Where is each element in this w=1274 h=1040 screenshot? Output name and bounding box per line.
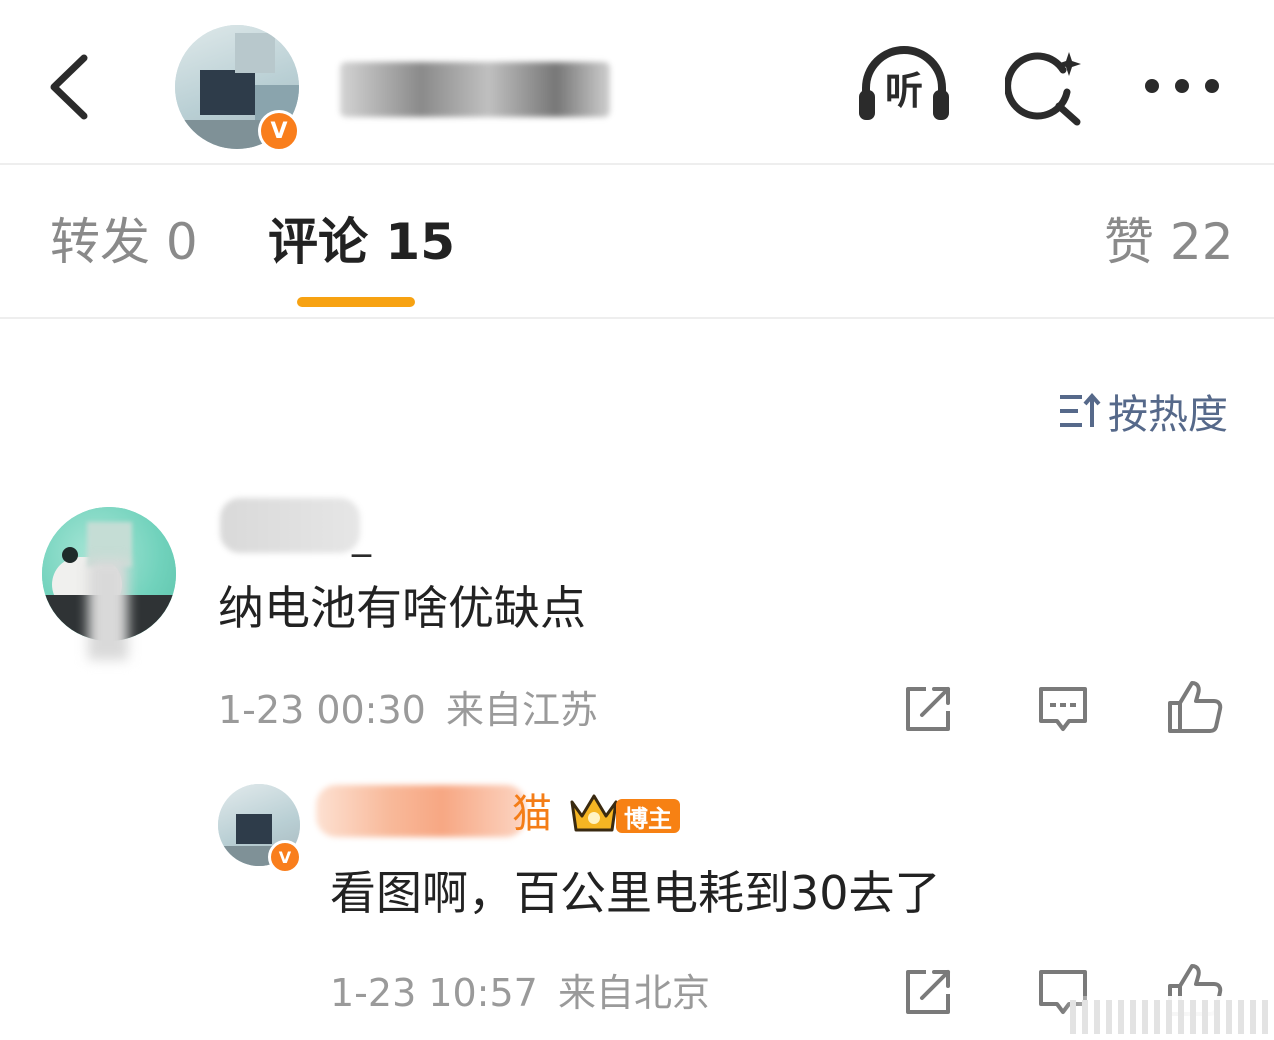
reply-time: 1-23 10:57 (330, 971, 538, 1015)
author-reply-name-suffix: 猫 (512, 791, 552, 837)
author-name-redacted[interactable] (340, 62, 610, 117)
listen-button[interactable]: 听 (856, 46, 952, 126)
thumbs-up-icon (1168, 681, 1223, 733)
search-sparkle-icon (1005, 52, 1081, 126)
commenter-name-redacted[interactable] (220, 498, 360, 553)
sort-label: 按热度 (1108, 392, 1228, 438)
share-icon (906, 687, 950, 731)
tab-comments[interactable]: 评论 15 (268, 212, 455, 272)
header-divider (0, 163, 1274, 165)
comment-bubble-icon (1039, 687, 1087, 731)
watermark-overlay (1060, 996, 1274, 1040)
active-tab-indicator (297, 297, 415, 307)
share-button[interactable] (904, 685, 954, 733)
commenter-name-suffix: _ (352, 513, 371, 557)
reply-share-button[interactable] (904, 968, 954, 1016)
avatar-redaction (88, 560, 128, 660)
tab-likes[interactable]: 赞 22 (1104, 212, 1234, 272)
more-button[interactable] (1142, 76, 1222, 96)
crown-icon (568, 790, 620, 836)
more-dots-icon (1145, 79, 1219, 93)
verified-badge-icon: V (268, 840, 302, 874)
tab-reposts[interactable]: 转发 0 (50, 212, 198, 272)
back-button[interactable] (40, 52, 96, 122)
author-reply-name-redacted[interactable] (316, 785, 526, 837)
reply-text: 看图啊，百公里电耗到30去了 (330, 866, 941, 920)
chevron-left-icon (50, 54, 88, 120)
share-icon (906, 970, 950, 1014)
comment-location: 来自江苏 (446, 688, 599, 732)
comment-text: 纳电池有啥优缺点 (218, 581, 586, 635)
reply-location: 来自北京 (558, 971, 711, 1015)
top-bar: V 听 (0, 0, 1274, 163)
reply-button[interactable] (1037, 685, 1089, 735)
sort-by-hot-button[interactable]: 按热度 (1058, 386, 1228, 438)
sort-icon (1060, 392, 1101, 427)
search-button[interactable] (1005, 48, 1087, 128)
listen-label: 听 (884, 69, 923, 113)
like-button[interactable] (1166, 679, 1224, 735)
verified-badge-icon: V (258, 110, 300, 152)
tabs-divider (0, 317, 1274, 319)
comment-time: 1-23 00:30 (218, 688, 426, 732)
author-badge: 博主 (616, 799, 680, 833)
